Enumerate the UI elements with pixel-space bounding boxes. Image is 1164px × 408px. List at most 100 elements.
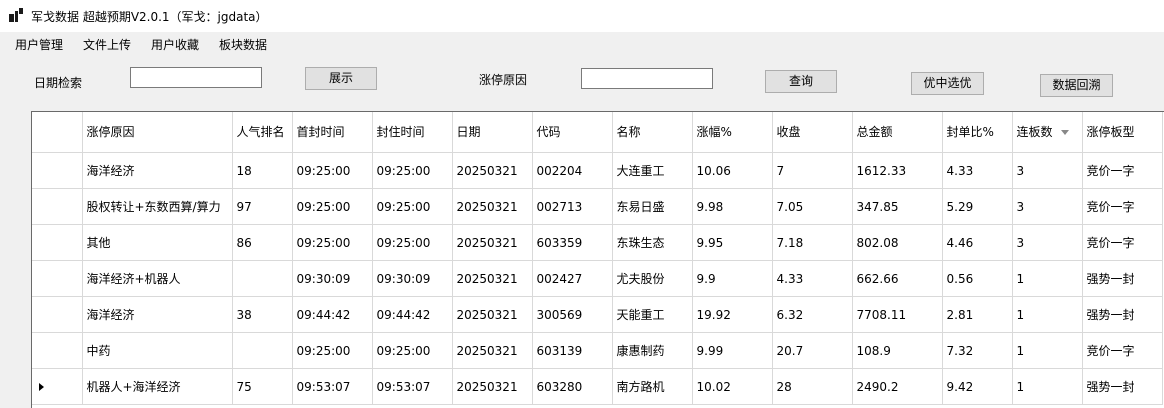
table-cell[interactable]: 603359 [532, 224, 613, 261]
column-header[interactable]: 首封时间 [292, 112, 373, 153]
table-cell[interactable]: 7.18 [772, 224, 853, 261]
table-cell[interactable]: 603139 [532, 332, 613, 369]
limit-reason-input[interactable] [581, 68, 713, 89]
table-cell[interactable]: 002204 [532, 152, 613, 189]
table-cell[interactable]: 3 [1012, 152, 1083, 189]
table-cell[interactable]: 20250321 [452, 332, 533, 369]
table-cell[interactable]: 603280 [532, 368, 613, 405]
table-cell[interactable]: 竞价一字 [1082, 224, 1163, 261]
table-cell[interactable]: 09:25:00 [372, 224, 453, 261]
table-cell[interactable]: 1 [1012, 260, 1083, 297]
table-cell[interactable]: 4.33 [772, 260, 853, 297]
data-backtrack-button[interactable]: 数据回溯 [1040, 74, 1113, 97]
row-header[interactable] [32, 296, 83, 333]
table-cell[interactable]: 802.08 [852, 224, 943, 261]
table-cell[interactable]: 18 [232, 152, 293, 189]
table-row[interactable]: 中药 09:25:00 09:25:00 20250321 603139 康惠制药 9.99… [32, 332, 1163, 369]
row-header[interactable] [32, 368, 83, 405]
menu-user-favorites[interactable]: 用户收藏 [151, 36, 199, 53]
row-header[interactable] [32, 188, 83, 225]
table-cell[interactable]: 5.29 [942, 188, 1013, 225]
table-cell[interactable]: 20.7 [772, 332, 853, 369]
table-cell[interactable] [232, 332, 293, 369]
show-button[interactable]: 展示 [305, 67, 377, 90]
table-cell[interactable]: 海洋经济 [82, 296, 233, 333]
column-header[interactable]: 连板数 [1012, 112, 1083, 153]
table-cell[interactable]: 天能重工 [612, 296, 693, 333]
table-cell[interactable]: 002427 [532, 260, 613, 297]
table-cell[interactable]: 2.81 [942, 296, 1013, 333]
table-cell[interactable]: 09:25:00 [292, 332, 373, 369]
date-search-input[interactable] [130, 67, 262, 88]
table-cell[interactable]: 海洋经济+机器人 [82, 260, 233, 297]
table-cell[interactable]: 662.66 [852, 260, 943, 297]
table-row[interactable]: 海洋经济 18 09:25:00 09:25:00 20250321 002204 大连重工… [32, 152, 1163, 189]
table-cell[interactable]: 20250321 [452, 368, 533, 405]
table-cell[interactable]: 20250321 [452, 152, 533, 189]
table-cell[interactable]: 09:44:42 [292, 296, 373, 333]
table-cell[interactable]: 9.9 [692, 260, 773, 297]
table-cell[interactable]: 竞价一字 [1082, 188, 1163, 225]
table-cell[interactable]: 09:25:00 [292, 224, 373, 261]
column-header[interactable]: 代码 [532, 112, 613, 153]
table-cell[interactable]: 9.99 [692, 332, 773, 369]
column-header[interactable]: 封单比% [942, 112, 1013, 153]
table-cell[interactable]: 7.05 [772, 188, 853, 225]
table-cell[interactable]: 1 [1012, 368, 1083, 405]
table-cell[interactable]: 19.92 [692, 296, 773, 333]
column-header[interactable]: 名称 [612, 112, 693, 153]
table-cell[interactable]: 强势一封 [1082, 368, 1163, 405]
table-row[interactable]: 机器人+海洋经济 75 09:53:07 09:53:07 20250321 603280… [32, 368, 1163, 405]
table-cell[interactable]: 75 [232, 368, 293, 405]
data-grid[interactable]: 涨停原因 人气排名 首封时间 封住时间 日期 代码 名称 涨幅% 收盘 总金额 … [31, 111, 1164, 408]
table-cell[interactable]: 108.9 [852, 332, 943, 369]
row-header[interactable] [32, 260, 83, 297]
column-header[interactable]: 总金额 [852, 112, 943, 153]
table-cell[interactable]: 09:53:07 [292, 368, 373, 405]
table-cell[interactable]: 10.06 [692, 152, 773, 189]
table-cell[interactable]: 竞价一字 [1082, 332, 1163, 369]
column-header[interactable]: 日期 [452, 112, 533, 153]
table-cell[interactable]: 1 [1012, 296, 1083, 333]
table-cell[interactable]: 东珠生态 [612, 224, 693, 261]
table-cell[interactable]: 竞价一字 [1082, 152, 1163, 189]
table-cell[interactable]: 002713 [532, 188, 613, 225]
table-cell[interactable]: 09:25:00 [292, 152, 373, 189]
table-cell[interactable] [232, 260, 293, 297]
column-header[interactable]: 涨停原因 [82, 112, 233, 153]
table-cell[interactable]: 1612.33 [852, 152, 943, 189]
table-cell[interactable]: 20250321 [452, 224, 533, 261]
column-header[interactable]: 封住时间 [372, 112, 453, 153]
table-cell[interactable]: 20250321 [452, 296, 533, 333]
table-cell[interactable]: 09:25:00 [372, 188, 453, 225]
table-cell[interactable]: 7 [772, 152, 853, 189]
table-cell[interactable]: 38 [232, 296, 293, 333]
table-cell[interactable]: 7.32 [942, 332, 1013, 369]
table-cell[interactable]: 09:25:00 [372, 332, 453, 369]
table-row[interactable]: 其他 86 09:25:00 09:25:00 20250321 603359 东珠生态 9.… [32, 224, 1163, 261]
table-cell[interactable]: 3 [1012, 188, 1083, 225]
table-row[interactable]: 海洋经济+机器人 09:30:09 09:30:09 20250321 002427 尤夫… [32, 260, 1163, 297]
row-header[interactable] [32, 332, 83, 369]
table-cell[interactable]: 股权转让+东数西算/算力 [82, 188, 233, 225]
table-cell[interactable]: 大连重工 [612, 152, 693, 189]
table-cell[interactable]: 强势一封 [1082, 260, 1163, 297]
table-row[interactable]: 股权转让+东数西算/算力 97 09:25:00 09:25:00 20250321 00… [32, 188, 1163, 225]
table-cell[interactable]: 6.32 [772, 296, 853, 333]
table-cell[interactable]: 9.95 [692, 224, 773, 261]
column-header[interactable]: 涨幅% [692, 112, 773, 153]
table-cell[interactable]: 9.98 [692, 188, 773, 225]
table-cell[interactable]: 09:30:09 [372, 260, 453, 297]
table-cell[interactable]: 海洋经济 [82, 152, 233, 189]
table-cell[interactable]: 09:30:09 [292, 260, 373, 297]
table-cell[interactable]: 20250321 [452, 188, 533, 225]
table-cell[interactable]: 3 [1012, 224, 1083, 261]
table-cell[interactable]: 1 [1012, 332, 1083, 369]
table-cell[interactable]: 4.46 [942, 224, 1013, 261]
select-best-button[interactable]: 优中选优 [911, 72, 984, 95]
table-cell[interactable]: 97 [232, 188, 293, 225]
table-cell[interactable]: 09:53:07 [372, 368, 453, 405]
table-cell[interactable]: 东易日盛 [612, 188, 693, 225]
menu-file-upload[interactable]: 文件上传 [83, 36, 131, 53]
menu-user-management[interactable]: 用户管理 [15, 36, 63, 53]
